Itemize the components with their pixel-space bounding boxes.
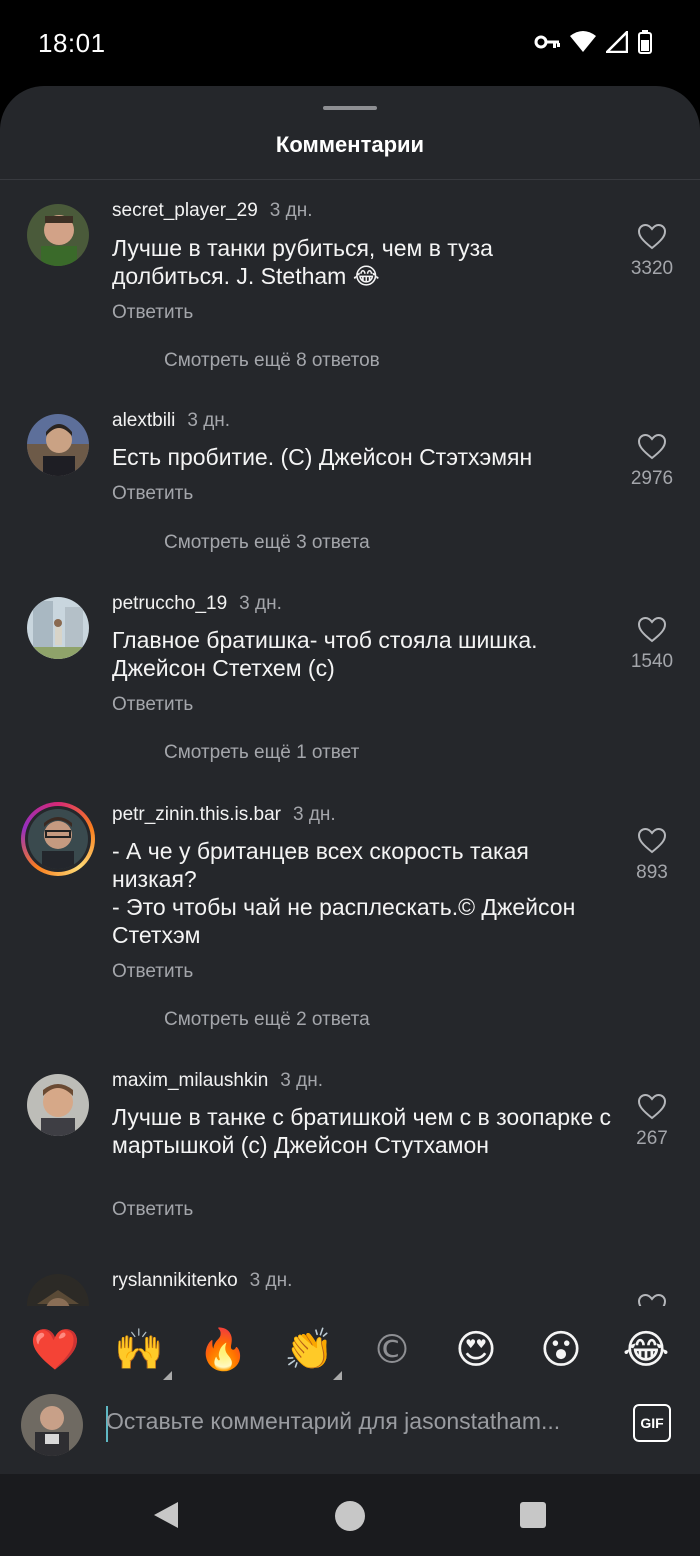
comment-input[interactable]: Оставьте комментарий для jasonstatham... [106, 1408, 606, 1435]
avatar[interactable] [27, 204, 89, 266]
comment-text: Главное братишка- чтоб стояла шишка. Дже… [112, 627, 538, 681]
like-count: 893 [636, 862, 668, 883]
comment-meta: petr_zinin.this.is.bar 3 дн. [112, 804, 336, 826]
like-group: 2976 [620, 434, 684, 490]
comment-text: Лучше в танке с братишкой чем с в зоопар… [112, 1104, 612, 1158]
wifi-icon [570, 31, 596, 58]
comment-text: - А че у британцев всех скорость такая н… [112, 838, 576, 948]
reply-button[interactable]: Ответить [112, 302, 193, 324]
view-more-replies[interactable]: Смотреть ещё 2 ответа [164, 1009, 370, 1031]
status-time: 18:01 [38, 28, 106, 58]
like-group: 267 [620, 1094, 684, 1150]
comment-time: 3 дн. [187, 410, 231, 431]
comment-time: 3 дн. [249, 1270, 293, 1291]
comment-meta: ryslannikitenko 3 дн. [112, 1270, 292, 1292]
heart-icon[interactable] [638, 617, 666, 643]
battery-icon [638, 30, 652, 59]
raising-hands-glyph: 🙌 [114, 1327, 164, 1373]
comment-meta: alextbili 3 дн. [112, 410, 230, 432]
comments-list[interactable]: secret_player_29 3 дн. Лучше в танки руби… [0, 180, 700, 1306]
home-icon[interactable] [334, 1500, 366, 1532]
sheet-drag-handle[interactable] [323, 106, 377, 110]
like-count: 267 [636, 1128, 668, 1149]
clapping-hands-glyph: 👏 [284, 1327, 334, 1373]
view-more-replies[interactable]: Смотреть ещё 3 ответа [164, 532, 370, 554]
like-count: 1540 [630, 651, 674, 672]
status-bar: 18:01 [0, 0, 700, 86]
gif-button[interactable]: GIF [633, 1404, 671, 1442]
view-more-replies[interactable]: Смотреть ещё 1 ответ [164, 742, 359, 764]
current-user-avatar [21, 1394, 83, 1456]
recents-icon[interactable] [520, 1502, 546, 1528]
back-icon[interactable] [152, 1500, 180, 1530]
surprised-face-emoji[interactable]: 😮 [537, 1326, 585, 1374]
status-icons [534, 28, 652, 59]
comment-meta: maxim_milaushkin 3 дн. [112, 1070, 323, 1092]
sheet-title: Комментарии [275, 132, 425, 157]
emoji-quick-bar: ❤️ 🙌 🔥 👏 © 😍 😮 😂 [0, 1306, 700, 1392]
reply-button[interactable]: Ответить [112, 1199, 193, 1221]
avatar[interactable] [27, 1274, 89, 1306]
comment-username[interactable]: ryslannikitenko [112, 1270, 238, 1291]
heart-icon[interactable] [638, 434, 666, 460]
comment-time: 3 дн. [280, 1070, 323, 1091]
heart-icon[interactable] [638, 1094, 666, 1120]
cell-signal-icon [603, 28, 629, 58]
comment-meta: petruccho_19 3 дн. [112, 593, 282, 615]
avatar[interactable] [27, 1074, 89, 1136]
system-nav-bar [0, 1474, 700, 1556]
reply-button[interactable]: Ответить [112, 694, 193, 716]
clapping-hands-emoji[interactable]: 👏 [284, 1326, 342, 1380]
comment-username[interactable]: alextbili [112, 410, 175, 431]
fire-emoji[interactable]: 🔥 [198, 1326, 248, 1374]
raising-hands-emoji[interactable]: 🙌 [114, 1326, 172, 1380]
heart-eyes-emoji[interactable]: 😍 [452, 1326, 500, 1374]
avatar[interactable] [27, 414, 89, 476]
skin-tone-indicator [163, 1371, 172, 1380]
heart-icon[interactable] [638, 1294, 666, 1306]
comment-time: 3 дн. [292, 804, 336, 825]
like-group [620, 1294, 684, 1306]
avatar[interactable] [27, 597, 89, 659]
comments-sheet: Комментарии secret_player_29 3 дн. Лучше … [0, 86, 700, 1474]
like-group: 1540 [620, 617, 684, 673]
like-group: 893 [620, 828, 684, 884]
comment-meta: secret_player_29 3 дн. [112, 200, 312, 222]
comment-username[interactable]: maxim_milaushkin [112, 1070, 268, 1091]
heart-icon[interactable] [638, 828, 666, 854]
reply-button[interactable]: Ответить [112, 483, 193, 505]
reply-button[interactable]: Ответить [112, 961, 193, 983]
comment-input-row: Оставьте комментарий для jasonstatham...… [0, 1392, 700, 1474]
comment-username[interactable]: petr_zinin.this.is.bar [112, 804, 281, 825]
like-group: 3320 [620, 224, 684, 280]
comment-text: Есть пробитие. (С) Джейсон Стэтхэмян [112, 444, 533, 470]
heart-icon[interactable] [638, 224, 666, 250]
comment-time: 3 дн. [269, 200, 313, 221]
comment-username[interactable]: secret_player_29 [112, 200, 258, 221]
story-avatar[interactable] [21, 802, 95, 876]
copyright-emoji[interactable]: © [368, 1326, 416, 1374]
comment-text: Лучше в танки рубиться, чем в туза долби… [112, 235, 493, 289]
comment-time: 3 дн. [239, 593, 282, 614]
comment-username[interactable]: petruccho_19 [112, 593, 227, 614]
like-count: 2976 [630, 468, 674, 489]
vpn-key-icon [534, 34, 560, 55]
tears-of-joy-emoji[interactable]: 😂 [622, 1326, 670, 1374]
view-more-replies[interactable]: Смотреть ещё 8 ответов [164, 350, 380, 372]
like-count: 3320 [630, 258, 674, 279]
red-heart-emoji[interactable]: ❤️ [30, 1326, 80, 1374]
skin-tone-indicator [333, 1371, 342, 1380]
